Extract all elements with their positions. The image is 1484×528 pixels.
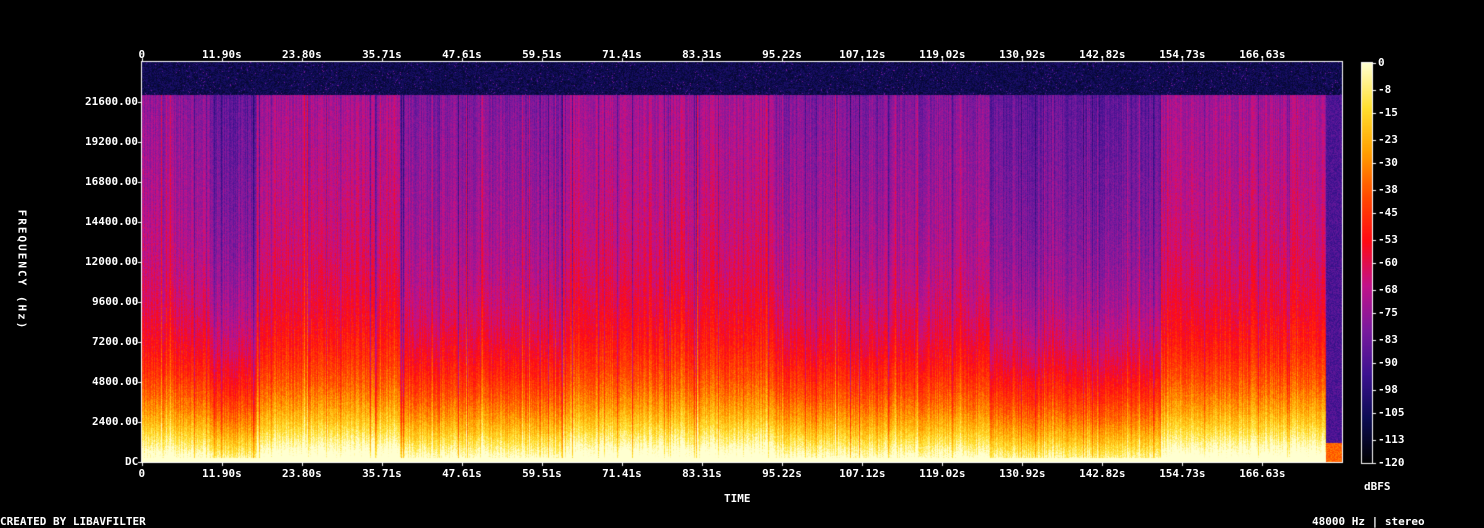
y-tick-label: 14400.00 xyxy=(85,215,138,228)
colorbar-tick-label: -15 xyxy=(1378,106,1398,119)
x-tick-label-top: 119.02s xyxy=(919,48,966,61)
colorbar-tick-label: -30 xyxy=(1378,156,1398,169)
x-tick-label-top: 47.61s xyxy=(442,48,482,61)
y-tick-label: 16800.00 xyxy=(85,175,138,188)
colorbar-tick-label: -75 xyxy=(1378,306,1398,319)
colorbar-tick-label: -8 xyxy=(1378,82,1392,96)
y-tick-label: 2400.00 xyxy=(92,415,139,428)
x-tick-label-top: 23.80s xyxy=(282,48,322,61)
y-tick-label: 4800.00 xyxy=(92,375,139,388)
y-tick-label: DC xyxy=(125,455,139,468)
colorbar-tick-label: -38 xyxy=(1378,182,1398,196)
x-tick-label-top: 59.51s xyxy=(522,48,562,61)
x-tick-label-bottom: 107.12s xyxy=(839,467,886,480)
spectrogram-canvas xyxy=(0,0,1484,528)
colorbar-tick-label: -60 xyxy=(1378,256,1398,269)
x-tick-label-bottom: 95.22s xyxy=(762,467,802,480)
x-tick-label-top: 71.41s xyxy=(602,48,642,61)
x-tick-label-bottom: 119.02s xyxy=(919,467,966,480)
y-tick-label: 9600.00 xyxy=(92,295,139,308)
x-tick-label-top: 95.22s xyxy=(762,48,802,61)
x-tick-label-bottom: 154.73s xyxy=(1159,467,1206,480)
colorbar-tick-label: -90 xyxy=(1378,356,1398,369)
x-axis-label: TIME xyxy=(724,492,751,505)
x-tick-label-bottom: 23.80s xyxy=(282,467,322,480)
x-tick-label-top: 83.31s xyxy=(682,48,722,61)
y-tick-label: 19200.00 xyxy=(85,135,138,148)
x-tick-label-bottom: 11.90s xyxy=(202,467,242,480)
x-tick-label-bottom: 166.63s xyxy=(1239,467,1286,480)
x-tick-label-top: 166.63s xyxy=(1239,48,1286,61)
y-tick-label: 21600.00 xyxy=(85,95,138,108)
x-tick-label-bottom: 142.82s xyxy=(1079,467,1126,480)
colorbar-tick-label: -120 xyxy=(1378,456,1405,469)
x-tick-label-bottom: 71.41s xyxy=(602,467,642,480)
colorbar-tick-label: -98 xyxy=(1378,382,1398,396)
y-axis-label: FREQUENCY (Hz) xyxy=(15,209,29,331)
x-tick-label-bottom: 83.31s xyxy=(682,467,722,480)
colorbar-label: dBFS xyxy=(1364,480,1391,493)
footer-credit: CREATED BY LIBAVFILTER xyxy=(0,515,146,528)
x-tick-label-top: 107.12s xyxy=(839,48,886,61)
colorbar-tick-label: -45 xyxy=(1378,206,1398,219)
colorbar-tick-label: -105 xyxy=(1378,406,1405,419)
y-tick-label: 12000.00 xyxy=(85,255,138,268)
x-tick-label-top: 35.71s xyxy=(362,48,402,61)
colorbar-tick-label: 0 xyxy=(1378,56,1385,69)
x-tick-label-bottom: 130.92s xyxy=(999,467,1046,480)
colorbar-tick-label: -113 xyxy=(1378,432,1405,446)
y-tick-label: 7200.00 xyxy=(92,335,139,348)
x-tick-label-top: 0 xyxy=(138,48,146,61)
colorbar-tick-label: -83 xyxy=(1378,332,1398,346)
colorbar-tick-label: -68 xyxy=(1378,282,1398,296)
x-tick-label-bottom: 0 xyxy=(138,467,146,480)
x-tick-label-bottom: 35.71s xyxy=(362,467,402,480)
x-tick-label-top: 154.73s xyxy=(1159,48,1206,61)
colorbar-tick-label: -23 xyxy=(1378,132,1398,146)
x-tick-label-bottom: 59.51s xyxy=(522,467,562,480)
x-tick-label-bottom: 47.61s xyxy=(442,467,482,480)
footer-format: 48000 Hz | stereo xyxy=(1312,515,1425,528)
colorbar-tick-label: -53 xyxy=(1378,232,1398,246)
x-tick-label-top: 130.92s xyxy=(999,48,1046,61)
x-tick-label-top: 142.82s xyxy=(1079,48,1126,61)
x-tick-label-top: 11.90s xyxy=(202,48,242,61)
